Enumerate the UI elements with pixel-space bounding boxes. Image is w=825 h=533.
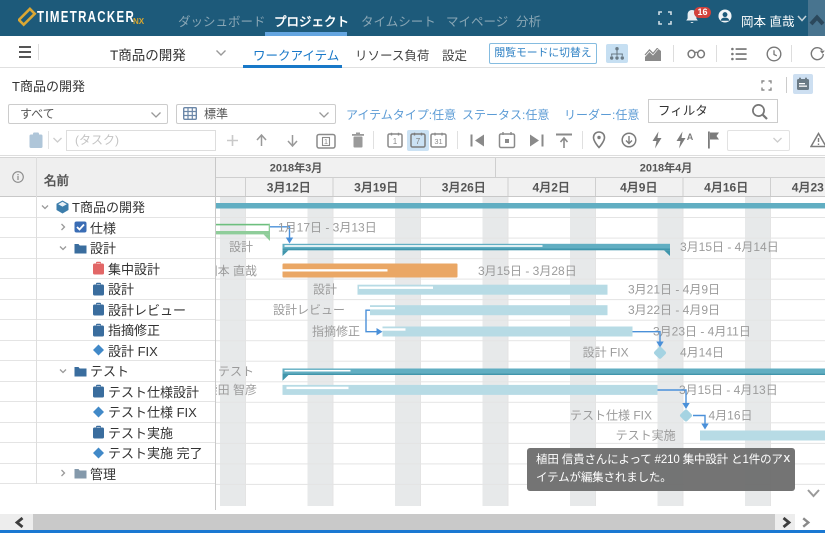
svg-text:テスト仕様 FIX: テスト仕様 FIX: [570, 409, 652, 423]
svg-text:4月2日: 4月2日: [533, 181, 570, 195]
svg-text:4月16日: 4月16日: [704, 181, 748, 195]
svg-text:テスト: テスト: [218, 365, 254, 379]
svg-text:テスト実施: テスト実施: [616, 429, 676, 443]
svg-text:4月23日: 4月23日: [792, 181, 825, 195]
svg-text:7: 7: [416, 137, 421, 146]
svg-text:4月14日: 4月14日: [680, 346, 724, 360]
svg-text:2018年4月: 2018年4月: [640, 161, 693, 175]
svg-text:柴田 智彦: 柴田 智彦: [216, 382, 257, 397]
svg-text:3月23日 - 4月11日: 3月23日 - 4月11日: [653, 325, 751, 339]
svg-text:1月17日 - 3月13日: 1月17日 - 3月13日: [278, 221, 377, 235]
svg-text:3月19日: 3月19日: [354, 181, 398, 195]
svg-text:3月21日 - 4月9日: 3月21日 - 4月9日: [628, 283, 720, 297]
svg-text:3月15日 - 4月13日: 3月15日 - 4月13日: [679, 383, 778, 397]
svg-text:設計: 設計: [229, 239, 253, 254]
svg-text:1: 1: [393, 137, 398, 146]
svg-text:1: 1: [324, 137, 328, 146]
svg-text:31: 31: [434, 137, 442, 146]
svg-text:岡本 直哉: 岡本 直哉: [216, 263, 257, 278]
svg-text:設計レビュー: 設計レビュー: [273, 302, 345, 317]
svg-text:2018年3月: 2018年3月: [270, 161, 323, 175]
svg-text:A: A: [687, 132, 694, 142]
svg-text:設計: 設計: [313, 282, 337, 297]
svg-text:3月26日: 3月26日: [442, 181, 486, 195]
svg-text:3月15日 - 3月28日: 3月15日 - 3月28日: [478, 264, 577, 278]
svg-text:4月9日: 4月9日: [620, 181, 657, 195]
svg-text:設計 FIX: 設計 FIX: [583, 345, 629, 360]
svg-text:4月16日: 4月16日: [709, 409, 753, 423]
svg-text:3月22日 - 4月9日: 3月22日 - 4月9日: [628, 303, 720, 317]
svg-text:3月15日 - 4月14日: 3月15日 - 4月14日: [680, 240, 779, 254]
svg-text:指摘修正: 指摘修正: [312, 324, 360, 339]
svg-text:3月12日: 3月12日: [267, 181, 311, 195]
